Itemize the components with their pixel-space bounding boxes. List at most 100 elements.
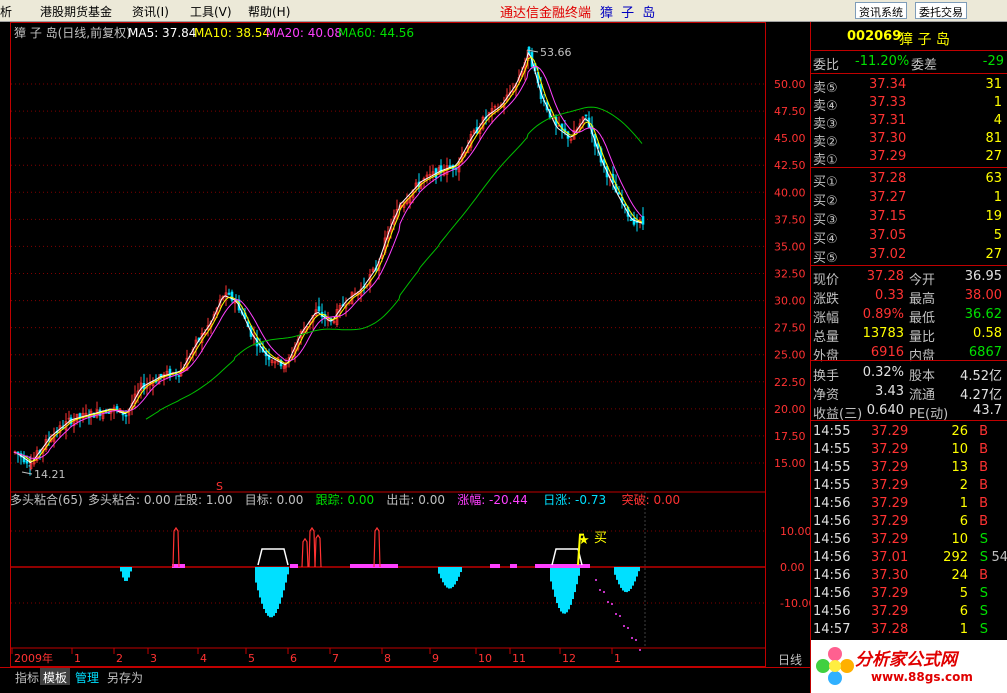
quote-label: 今开: [909, 273, 936, 288]
candle-body: [177, 375, 181, 377]
quote-value: 36.62: [964, 307, 1002, 322]
menu-bar: 析 港股期货基金 资讯(I) 工具(V) 帮助(H) 通达信金融终端 獐 子 岛…: [0, 0, 1007, 22]
news-system-button[interactable]: 资讯系统: [855, 2, 907, 19]
time-tick-label: 1: [614, 652, 621, 665]
menu-item-help[interactable]: 帮助(H): [248, 3, 290, 20]
ask-volume: 27: [985, 149, 1002, 164]
tick-time: 14:56: [813, 550, 851, 565]
tick-volume: 10: [951, 532, 968, 547]
cyan-bar: [626, 567, 628, 593]
tick-row: 14:55 37.29 26 B: [811, 423, 1007, 441]
tick-time: 14:55: [813, 478, 851, 493]
menu-item-news[interactable]: 资讯(I): [132, 3, 169, 20]
quote-row: 涨跌 0.33 最高 38.00: [811, 287, 1007, 307]
cyan-bar: [616, 567, 618, 580]
cyan-bar: [440, 567, 442, 579]
red-spike: [314, 534, 322, 568]
fund-label: 净资: [813, 388, 840, 403]
tick-row: 14:56 37.29 1 B: [811, 495, 1007, 513]
quote-row: 涨幅 0.89% 最低 36.62: [811, 306, 1007, 326]
cyan-bar: [122, 567, 124, 578]
cyan-bar: [285, 567, 287, 583]
tick-price: 37.29: [871, 442, 909, 457]
tick-time: 14:56: [813, 496, 851, 511]
tick-price: 37.29: [871, 586, 909, 601]
weibi-label: 委比: [813, 58, 840, 73]
dotted-tail: [607, 601, 609, 603]
kline-chart[interactable]: ★ 50.0047.5045.0042.5040.0037.5035.0032.…: [0, 22, 810, 667]
quote-label: 涨幅: [813, 311, 840, 326]
tick-time: 14:55: [813, 424, 851, 439]
fund-value: 4.27亿: [960, 388, 1002, 403]
cyan-bar: [271, 567, 273, 618]
cyan-bar: [265, 567, 267, 614]
low-price-label: 14.21: [34, 468, 66, 481]
period-label[interactable]: 日线: [778, 653, 802, 667]
price-tick-label: 25.00: [774, 349, 806, 362]
tick-time: 14:56: [813, 514, 851, 529]
tab-save-as[interactable]: 另存为: [104, 668, 146, 685]
tick-side: B: [979, 568, 988, 583]
chart-area[interactable]: ★ 50.00 47.50 45.00 42.50 40.00 37.50 35.00 32.…: [0, 22, 810, 667]
bottom-tabs: 指标 模板 管理 另存为: [0, 667, 810, 693]
bid-volume: 63: [985, 171, 1002, 186]
sub-indicator-value: 庄股: 1.00: [174, 492, 233, 507]
candle-body: [632, 217, 636, 225]
cyan-bar: [273, 567, 275, 616]
candle-body: [107, 412, 111, 414]
trade-button[interactable]: 委托交易: [915, 2, 967, 19]
cyan-bar: [458, 567, 460, 577]
sub-tick-label: 10.00: [780, 525, 810, 538]
cyan-bar: [620, 567, 622, 588]
sub-indicator-value: 多头粘合: 0.00: [88, 492, 171, 507]
time-tick-label: 10: [478, 652, 492, 665]
weicha-label: 委差: [911, 58, 938, 73]
tab-indicator[interactable]: 指标: [12, 668, 42, 685]
cyan-bar: [456, 567, 458, 582]
panel-header: 002069 獐 子 岛: [811, 28, 1007, 48]
tick-volume: 5: [959, 586, 968, 601]
tick-volume: 24: [951, 568, 968, 583]
ask-volume: 1: [993, 95, 1002, 110]
ask-volume: 81: [985, 131, 1002, 146]
menu-item-tools[interactable]: 工具(V): [190, 3, 232, 20]
tick-price: 37.29: [871, 478, 909, 493]
quote-value: 0.33: [875, 288, 904, 303]
flower-icon: [816, 647, 854, 685]
ma10-line: [13, 56, 643, 462]
menu-item-analysis[interactable]: 析: [0, 3, 12, 20]
bid-price: 37.15: [869, 209, 907, 224]
cyan-bar: [126, 567, 128, 581]
cyan-bar: [120, 567, 122, 572]
tick-side: B: [979, 460, 988, 475]
price-tick-label: 42.50: [774, 159, 806, 172]
menu-item-hk-futures[interactable]: 港股期货基金: [40, 3, 112, 20]
time-tick-label: 12: [562, 652, 576, 665]
tick-row: 14:55 37.29 2 B: [811, 477, 1007, 495]
cyan-bar: [554, 567, 556, 597]
time-tick-label: 2009年: [14, 651, 53, 665]
dotted-tail: [595, 579, 597, 581]
tick-side: S: [979, 532, 988, 547]
time-tick-label: 4: [200, 652, 207, 665]
cyan-bar: [269, 567, 271, 618]
tick-row: 14:56 37.29 5 S: [811, 585, 1007, 603]
tick-time: 14:56: [813, 604, 851, 619]
tick-row: 14:56 37.29 6 B: [811, 513, 1007, 531]
cyan-bar: [614, 567, 616, 575]
bid-level-label: 买④: [813, 232, 838, 247]
fund-label: 换手: [813, 369, 840, 384]
tick-side: B: [979, 442, 988, 457]
tick-time: 14:56: [813, 532, 851, 547]
bid-price: 37.02: [869, 247, 907, 262]
candle-body: [584, 114, 588, 117]
quote-label: 最高: [909, 292, 936, 307]
tick-side: B: [979, 514, 988, 529]
time-tick-label: 11: [512, 652, 526, 665]
tab-manage[interactable]: 管理: [72, 668, 102, 685]
bid-level-label: 买③: [813, 213, 838, 228]
time-tick-label: 9: [432, 652, 439, 665]
tab-template[interactable]: 模板: [40, 668, 71, 685]
cyan-bar: [618, 567, 620, 585]
fund-row: 换手 0.32% 股本 4.52亿: [811, 364, 1007, 384]
